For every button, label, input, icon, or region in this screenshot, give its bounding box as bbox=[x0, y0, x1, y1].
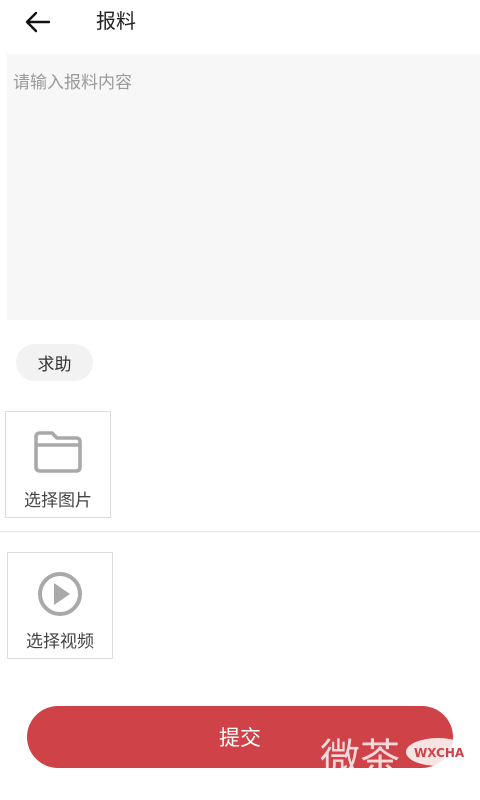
page-title: 报料 bbox=[96, 9, 136, 33]
select-image-button[interactable]: 选择图片 bbox=[5, 411, 111, 518]
report-content-input[interactable] bbox=[7, 54, 480, 320]
back-button[interactable] bbox=[20, 4, 56, 40]
folder-icon bbox=[34, 431, 82, 473]
report-page: 报料 求助 选择图片 选择视频 提交 微茶 WXCHA .com bbox=[0, 0, 480, 800]
top-bar: 报料 bbox=[0, 0, 480, 44]
tag-chip-help[interactable]: 求助 bbox=[16, 344, 93, 381]
tag-chip-label: 求助 bbox=[37, 355, 72, 375]
arrow-left-icon bbox=[25, 11, 51, 33]
select-video-button[interactable]: 选择视频 bbox=[7, 552, 113, 659]
select-video-label: 选择视频 bbox=[26, 632, 94, 652]
submit-label: 提交 bbox=[219, 726, 261, 750]
section-divider bbox=[0, 531, 480, 532]
play-circle-icon bbox=[38, 572, 82, 616]
submit-button[interactable]: 提交 bbox=[27, 706, 453, 768]
select-image-label: 选择图片 bbox=[24, 491, 92, 511]
